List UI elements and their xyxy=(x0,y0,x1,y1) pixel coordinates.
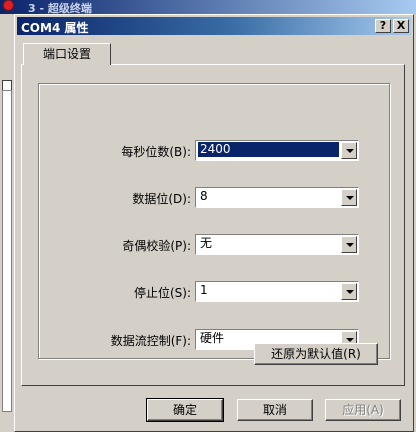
background-left-panel xyxy=(0,30,15,432)
help-button[interactable]: ? xyxy=(375,19,391,33)
close-button[interactable]: X xyxy=(393,19,409,33)
dialog-title: COM4 属性 xyxy=(21,21,89,35)
stop-bits-select[interactable]: 1 xyxy=(195,281,359,302)
chevron-down-icon[interactable] xyxy=(341,189,357,206)
baud-rate-value: 2400 xyxy=(198,142,339,157)
background-titlebar: 3 - 超级终端 xyxy=(0,0,416,14)
com-properties-dialog: COM4 属性 ? X 端口设置 每秒位数(B): 2400 数据位(D): 8 xyxy=(14,14,414,432)
tab-panel: 每秒位数(B): 2400 数据位(D): 8 奇偶校验(P): 无 停止位(S… xyxy=(21,64,405,386)
baud-rate-label: 每秒位数(B): xyxy=(121,145,191,159)
flow-control-label: 数据流控制(F): xyxy=(110,334,191,348)
ok-button[interactable]: 确定 xyxy=(146,398,224,422)
stop-bits-label: 停止位(S): xyxy=(133,286,191,300)
stop-bits-value: 1 xyxy=(200,283,208,297)
field-row-data-bits: 数据位(D): 8 xyxy=(39,187,391,209)
chevron-down-icon[interactable] xyxy=(341,283,357,300)
cancel-button[interactable]: 取消 xyxy=(237,399,313,421)
field-row-parity: 奇偶校验(P): 无 xyxy=(39,234,391,256)
data-bits-label: 数据位(D): xyxy=(132,192,191,206)
parity-value: 无 xyxy=(200,236,213,250)
hyperterminal-app-icon xyxy=(2,0,18,13)
data-bits-value: 8 xyxy=(200,189,208,203)
data-bits-select[interactable]: 8 xyxy=(195,187,359,208)
chevron-down-icon[interactable] xyxy=(341,142,357,159)
parity-label: 奇偶校验(P): xyxy=(122,239,191,253)
tab-port-settings[interactable]: 端口设置 xyxy=(23,43,111,65)
parity-select[interactable]: 无 xyxy=(195,234,359,255)
apply-button[interactable]: 应用(A) xyxy=(325,399,401,421)
chevron-down-icon[interactable] xyxy=(341,236,357,253)
background-terminal-area xyxy=(2,90,12,412)
baud-rate-select[interactable]: 2400 xyxy=(195,140,359,161)
background-window-title: 3 - 超级终端 xyxy=(28,2,92,14)
field-row-stop-bits: 停止位(S): 1 xyxy=(39,281,391,303)
dialog-titlebar[interactable]: COM4 属性 ? X xyxy=(17,17,411,35)
field-row-baud: 每秒位数(B): 2400 xyxy=(39,140,391,162)
restore-defaults-button[interactable]: 还原为默认值(R) xyxy=(254,343,378,365)
settings-group: 每秒位数(B): 2400 数据位(D): 8 奇偶校验(P): 无 停止位(S… xyxy=(38,83,390,359)
